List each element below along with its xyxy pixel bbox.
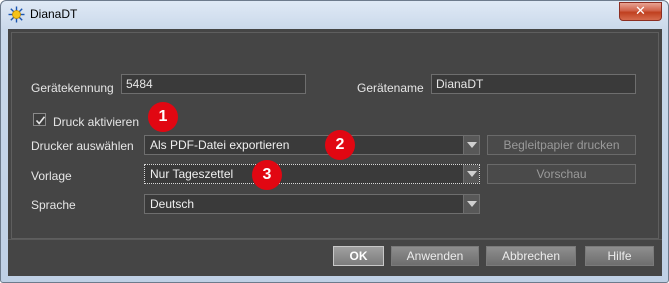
callout-badge-2: 2 xyxy=(325,130,355,160)
print-enable-label[interactable]: Druck aktivieren xyxy=(53,115,139,129)
device-name-field[interactable]: DianaDT xyxy=(431,74,636,94)
callout-badge-3: 3 xyxy=(252,160,282,190)
template-select-value: Nur Tageszettel xyxy=(150,167,234,181)
printer-select[interactable]: Als PDF-Datei exportieren xyxy=(144,135,480,155)
close-window-button[interactable]: ✕ xyxy=(619,2,662,21)
language-select-value: Deutsch xyxy=(150,197,195,211)
chevron-down-icon[interactable] xyxy=(463,165,479,183)
apply-button[interactable]: Anwenden xyxy=(391,246,479,266)
printer-select-label: Drucker auswählen xyxy=(31,139,134,153)
ok-button[interactable]: OK xyxy=(333,246,384,266)
close-icon: ✕ xyxy=(635,3,646,18)
checkmark-icon xyxy=(35,116,46,125)
language-select-label: Sprache xyxy=(31,198,76,212)
printer-select-value: Als PDF-Datei exportieren xyxy=(150,138,290,152)
print-enable-checkbox[interactable] xyxy=(33,113,46,126)
app-logo-icon xyxy=(8,6,25,23)
dialog-window: DianaDT ✕ Gerätekennung 5484 Gerätename … xyxy=(0,0,669,283)
print-cover-sheet-button[interactable]: Begleitpapier drucken xyxy=(487,135,636,155)
dialog-client: Gerätekennung 5484 Gerätename DianaDT Dr… xyxy=(8,29,662,276)
callout-badge-1: 1 xyxy=(148,102,178,132)
template-select[interactable]: Nur Tageszettel xyxy=(144,164,480,184)
template-select-label: Vorlage xyxy=(31,169,72,183)
preview-button[interactable]: Vorschau xyxy=(487,164,636,184)
chevron-down-icon[interactable] xyxy=(463,195,479,213)
language-select[interactable]: Deutsch xyxy=(144,194,480,214)
window-title: DianaDT xyxy=(30,7,78,21)
cancel-button[interactable]: Abbrechen xyxy=(486,246,576,266)
device-name-label: Gerätename xyxy=(357,81,424,95)
title-bar[interactable]: DianaDT ✕ xyxy=(1,1,668,28)
device-id-field[interactable]: 5484 xyxy=(121,74,306,94)
help-button[interactable]: Hilfe xyxy=(585,246,654,266)
chevron-down-icon[interactable] xyxy=(463,136,479,154)
device-id-label: Gerätekennung xyxy=(31,81,114,95)
footer-divider xyxy=(8,239,662,240)
